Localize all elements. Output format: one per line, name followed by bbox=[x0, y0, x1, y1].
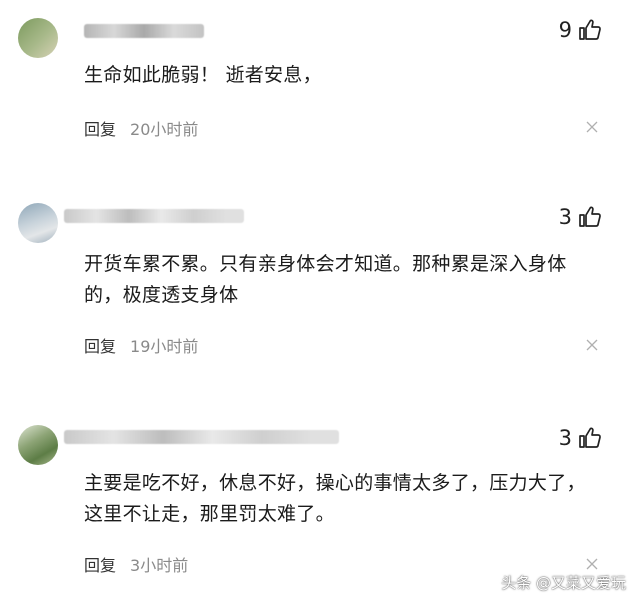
avatar[interactable] bbox=[18, 203, 58, 243]
comment-text: 主要是吃不好，休息不好，操心的事情太多了，压力大了，这里不让走，那里罚太难了。 bbox=[84, 472, 586, 525]
like-button[interactable]: 3 bbox=[559, 426, 602, 450]
close-icon[interactable] bbox=[586, 558, 598, 570]
thumbs-up-icon bbox=[579, 206, 601, 227]
avatar[interactable] bbox=[18, 425, 58, 465]
watermark-text: 头条 @又菜又爱玩 bbox=[501, 574, 626, 592]
comment-text: 开货车累不累。只有亲身体会才知道。那种累是深入身体的，极度透支身体 bbox=[84, 253, 567, 306]
watermark: 头条 @又菜又爱玩 bbox=[501, 572, 626, 593]
like-button[interactable]: 3 bbox=[559, 205, 602, 229]
reply-button[interactable]: 回复 bbox=[84, 333, 116, 357]
close-icon[interactable] bbox=[586, 121, 598, 133]
avatar[interactable] bbox=[18, 18, 58, 58]
close-icon[interactable] bbox=[586, 339, 598, 351]
like-count: 9 bbox=[558, 18, 572, 42]
reply-button[interactable]: 回复 bbox=[84, 552, 116, 576]
like-button[interactable]: 9 bbox=[559, 18, 602, 42]
thumbs-up-icon bbox=[579, 19, 601, 40]
comment-time: 20小时前 bbox=[130, 120, 199, 139]
thumbs-up-icon bbox=[579, 427, 601, 448]
author-name[interactable] bbox=[64, 430, 339, 444]
comment-text: 生命如此脆弱！ 逝者安息， bbox=[84, 64, 322, 86]
comment-time: 3小时前 bbox=[130, 556, 189, 575]
author-name[interactable] bbox=[84, 24, 204, 38]
like-count: 3 bbox=[558, 205, 572, 229]
reply-button[interactable]: 回复 bbox=[84, 116, 116, 140]
author-name[interactable] bbox=[64, 209, 244, 223]
like-count: 3 bbox=[558, 426, 572, 450]
comment-time: 19小时前 bbox=[130, 337, 199, 356]
